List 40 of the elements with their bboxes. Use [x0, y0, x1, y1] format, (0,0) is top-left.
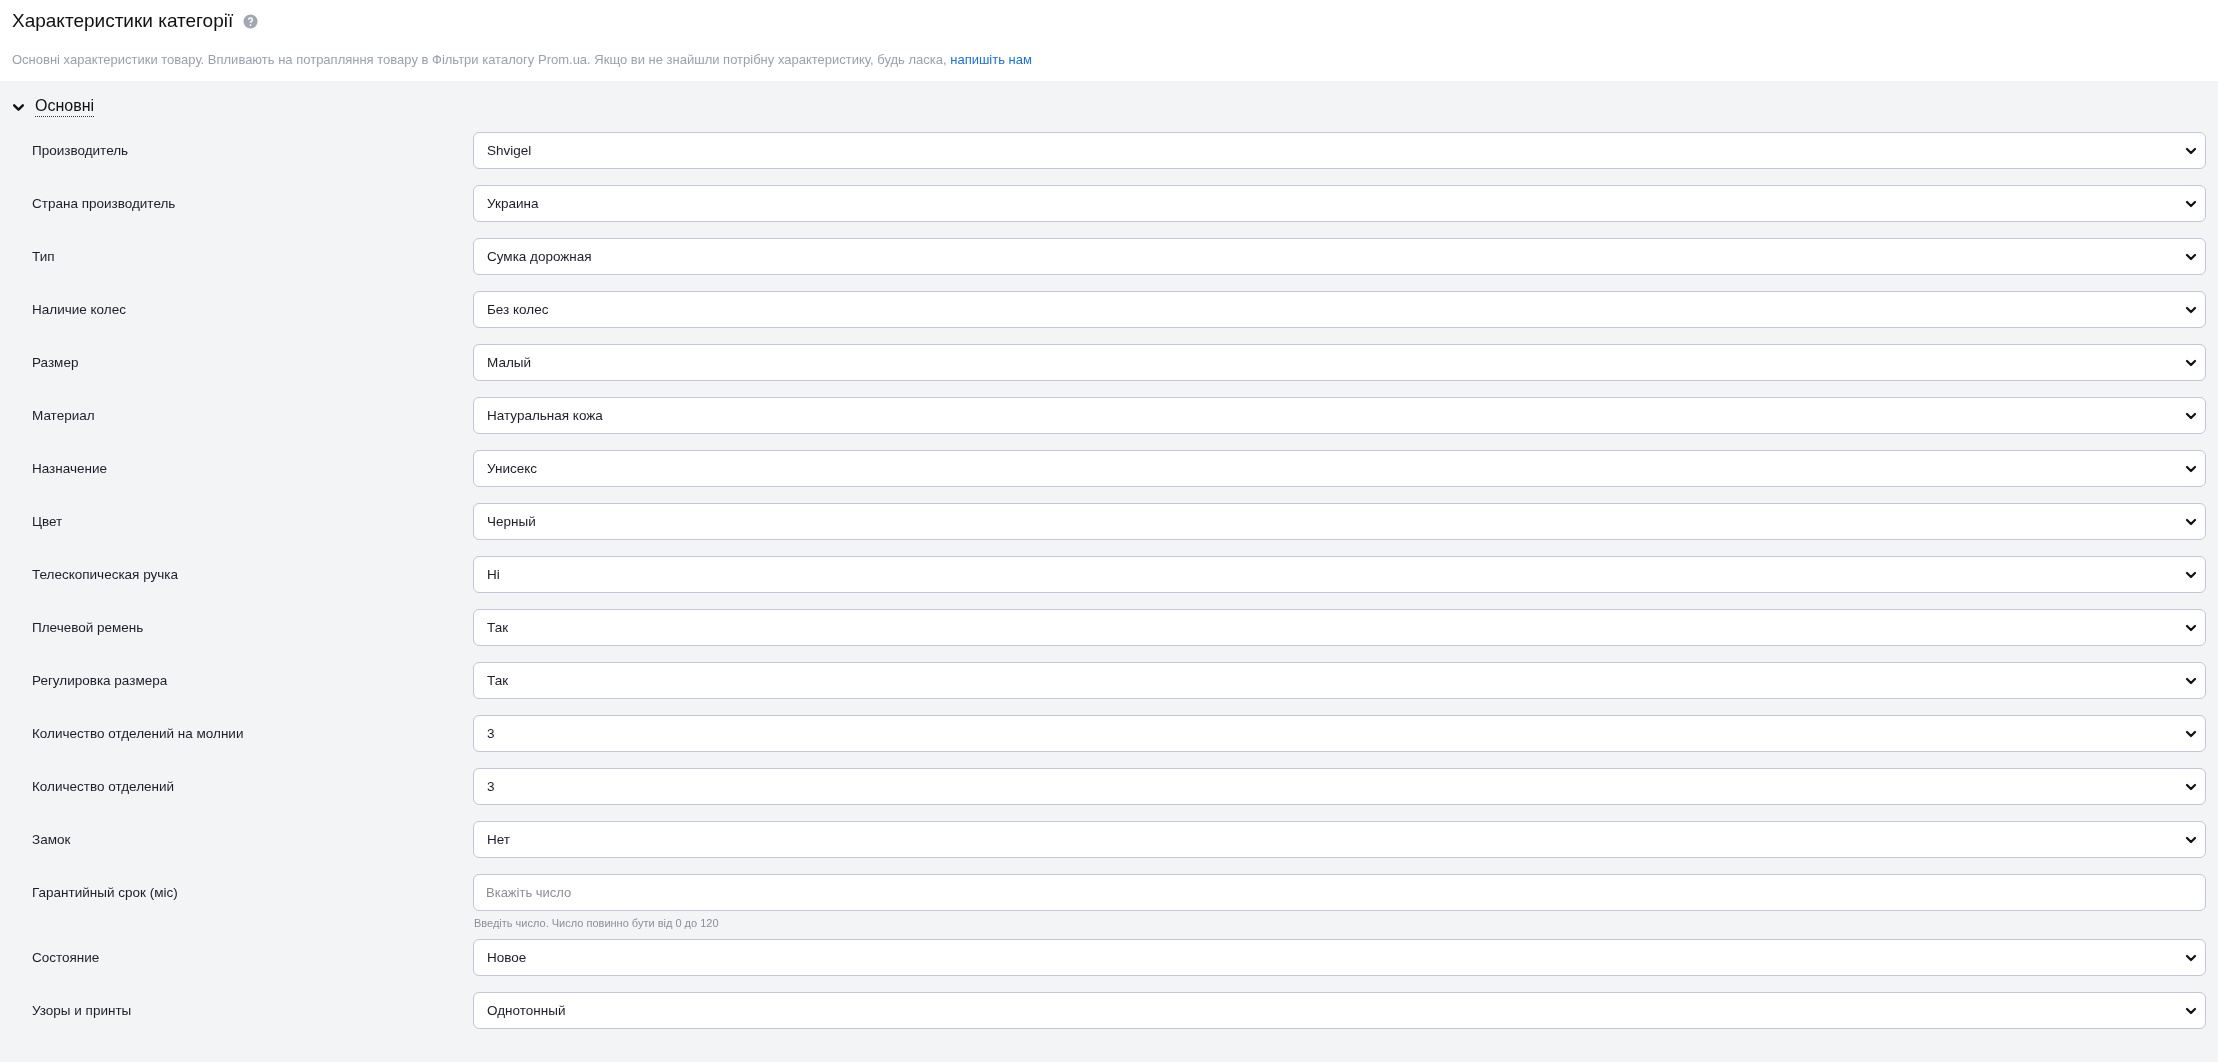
field-label: Назначение — [31, 460, 108, 478]
description-text: Основні характеристики товару. Впливають на потрапляння товару в Фільтри каталогу Prom.ua. Якщо ви не знайшли потрібну характеристику, будь ласка, напишіть нам — [12, 52, 1033, 67]
select-field[interactable]: Малый — [473, 344, 2206, 381]
field-label: Наличие колес — [31, 301, 127, 319]
select-field[interactable]: Сумка дорожная — [473, 238, 2206, 275]
field-label: Производитель — [31, 142, 130, 160]
select-field[interactable]: Нет — [473, 821, 2206, 858]
select-field[interactable]: Так — [473, 609, 2206, 646]
field-label: Узоры и принты — [31, 1002, 133, 1020]
select-field[interactable]: Ні — [473, 556, 2206, 593]
select-field[interactable]: 3 — [473, 768, 2206, 805]
select-field[interactable]: Так — [473, 662, 2206, 699]
field-label: Состояние — [31, 949, 101, 967]
contact-link[interactable]: напишіть нам — [950, 52, 1032, 67]
field-label: Телескопическая ручка — [31, 566, 179, 584]
select-field[interactable]: Новое — [473, 939, 2206, 976]
input-field[interactable]: Вкажіть число — [473, 874, 2206, 911]
select-field[interactable]: Shvigel — [473, 132, 2206, 169]
field-label: Количество отделений — [31, 778, 176, 796]
field-label: Размер — [31, 354, 80, 372]
select-field[interactable]: Без колес — [473, 291, 2206, 328]
section-title: Характеристики категорії — [12, 10, 234, 32]
select-field[interactable]: Унисекс — [473, 450, 2206, 487]
select-field[interactable]: Украина — [473, 185, 2206, 222]
field-label: Замок — [31, 831, 72, 849]
select-field[interactable]: Натуральная кожа — [473, 397, 2206, 434]
hint-text: Введіть число. Число повинно бути від 0 до 120 — [474, 917, 720, 929]
select-field[interactable]: Однотонный — [473, 992, 2206, 1029]
field-label: Количество отделений на молнии — [31, 725, 245, 743]
select-field[interactable]: 3 — [473, 715, 2206, 752]
field-label: Гарантийный срок (міс) — [31, 884, 179, 902]
field-label: Материал — [31, 407, 96, 425]
group-toggle[interactable]: Основні — [12, 97, 95, 117]
field-label: Страна производитель — [31, 195, 177, 213]
field-label: Цвет — [31, 513, 64, 531]
help-icon[interactable] — [243, 13, 259, 29]
field-label: Тип — [31, 248, 56, 266]
field-label: Плечевой ремень — [31, 619, 145, 637]
field-label: Регулировка размера — [31, 672, 169, 690]
select-field[interactable]: Черный — [473, 503, 2206, 540]
